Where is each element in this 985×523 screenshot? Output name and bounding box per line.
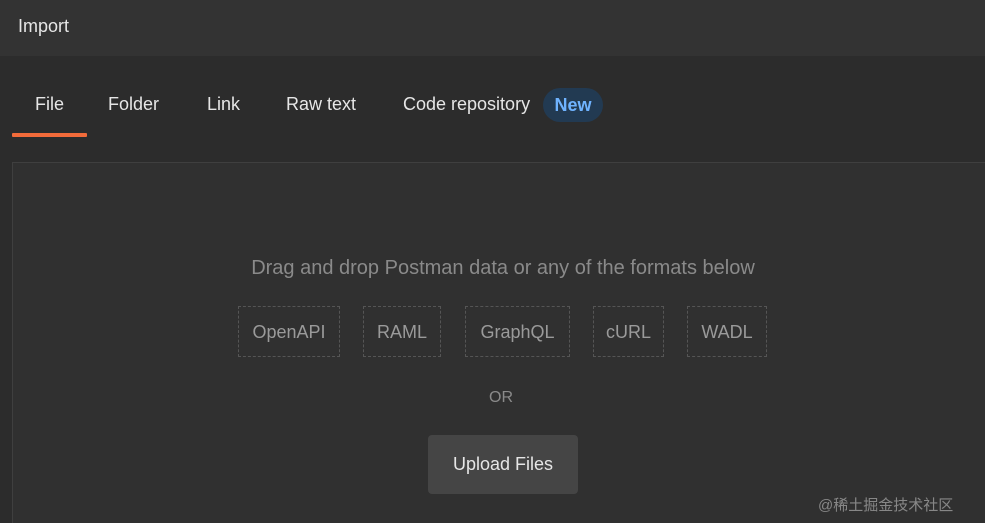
drop-zone[interactable]: Drag and drop Postman data or any of the… [12, 162, 985, 523]
watermark: @稀土掘金技术社区 [818, 497, 954, 514]
upload-files-button[interactable]: Upload Files [428, 435, 578, 494]
format-graphql: GraphQL [465, 306, 570, 357]
format-wadl: WADL [687, 306, 767, 357]
tab-link[interactable]: Link [207, 94, 240, 115]
tab-folder[interactable]: Folder [108, 94, 159, 115]
tab-raw-text[interactable]: Raw text [286, 94, 356, 115]
dialog-title: Import [18, 16, 70, 36]
tab-code-repository[interactable]: Code repository [403, 94, 530, 115]
import-dialog: Import File Folder Link Raw text Code re… [0, 0, 985, 523]
or-separator: OR [489, 389, 513, 406]
new-badge: New [543, 88, 603, 122]
drop-zone-headline: Drag and drop Postman data or any of the… [251, 257, 755, 279]
format-raml: RAML [363, 306, 441, 357]
format-curl: cURL [593, 306, 664, 357]
format-openapi: OpenAPI [238, 306, 340, 357]
tab-bar: File Folder Link Raw text Code repositor… [0, 56, 985, 137]
tab-file[interactable]: File [11, 94, 88, 137]
title-bar: Import [0, 0, 985, 56]
